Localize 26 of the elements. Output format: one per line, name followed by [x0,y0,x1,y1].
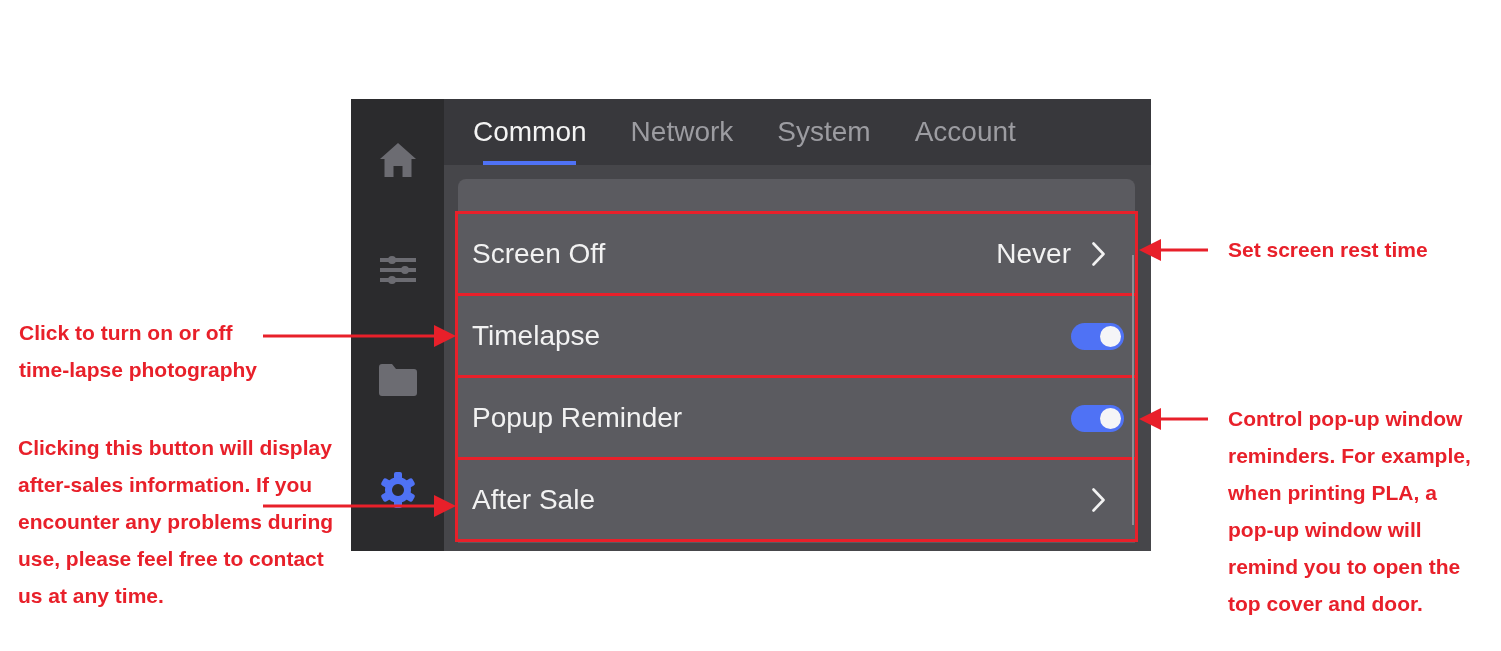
tab[interactable]: Account [914,99,1016,165]
folder-icon[interactable] [378,364,417,396]
callout-text: Clicking this button will display after-sales information. If you encounter any problems during use, please feel free to contact us at any time. [18,435,334,609]
callout-text: Click to turn on or off time-lapse photography [19,320,258,383]
tab[interactable]: System [777,99,871,165]
callout-arrow [1139,238,1208,262]
callout-text: Set screen rest time [1228,237,1428,263]
row-label: Screen Off [472,238,606,270]
sliders-icon[interactable] [378,256,417,284]
row-label: Popup Reminder [472,402,683,434]
callout-arrow [1139,407,1208,431]
settings-row[interactable]: Screen Off Never [458,213,1135,295]
settings-row[interactable]: Timelapse [458,295,1135,377]
row-label: Timelapse [472,320,601,352]
row-label: After Sale [472,484,595,516]
callout-text: Control pop-up window reminders. For example, when printing PLA, a pop-up window will remind you to open the top cover and door. [1228,406,1471,617]
tab[interactable]: Network [630,99,734,165]
toggle-switch[interactable] [1071,322,1124,350]
row-value: Never [996,238,1071,270]
home-icon[interactable] [379,143,416,177]
settings-row[interactable]: Popup Reminder [458,377,1135,459]
toggle-switch[interactable] [1071,404,1124,432]
settings-row[interactable]: After Sale [458,459,1135,541]
chevron-right-icon [1092,488,1105,512]
chevron-right-icon [1092,242,1105,266]
settings-icon[interactable] [379,472,416,508]
